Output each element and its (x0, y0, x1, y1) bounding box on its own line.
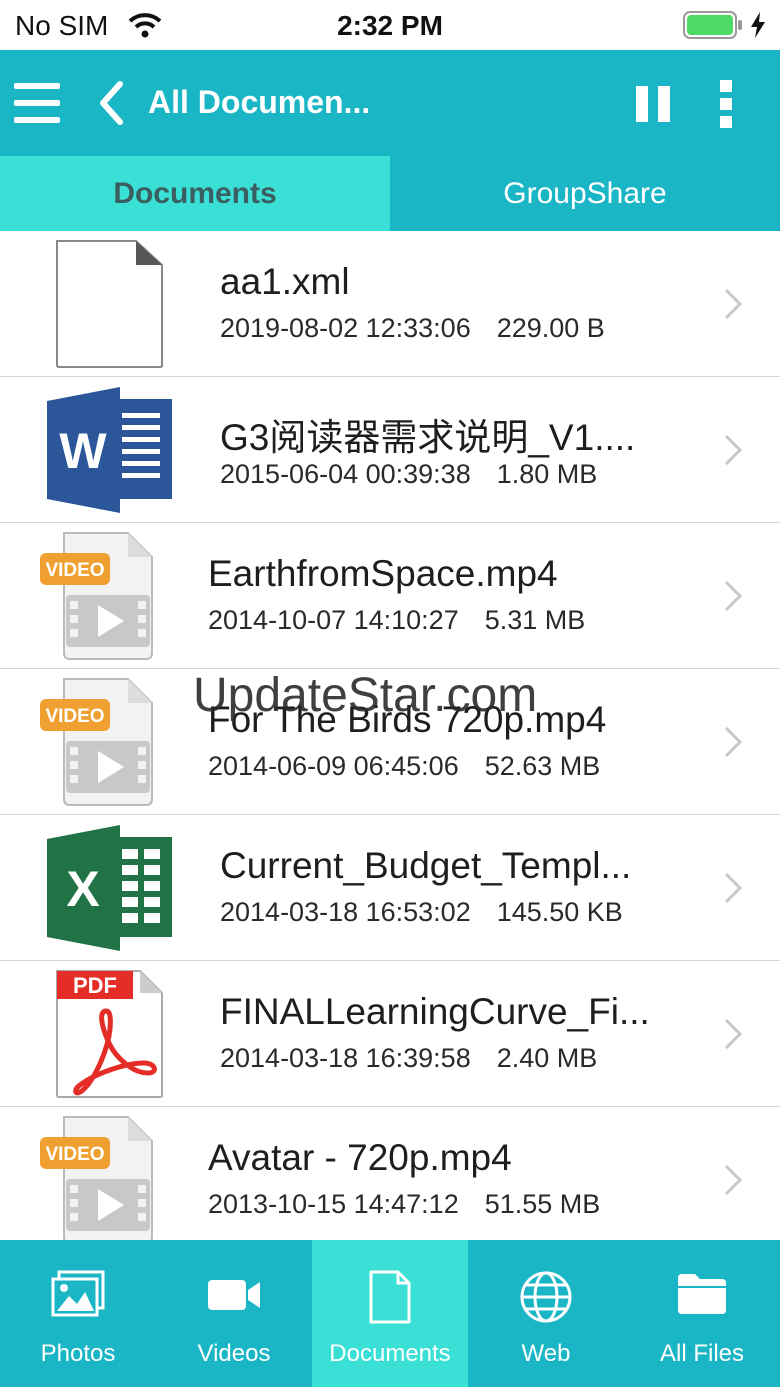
chevron-right-icon (724, 726, 743, 758)
document-icon (369, 1270, 411, 1324)
more-options-icon[interactable] (717, 80, 735, 128)
file-name: Current_Budget_Templ... (220, 845, 632, 886)
excel-icon: X (47, 825, 172, 951)
file-date: 2014-06-09 06:45:06 (208, 751, 459, 781)
file-size: 5.31 MB (484, 605, 586, 635)
nav-bar: All Documen... (0, 50, 780, 156)
file-name: G3阅读器需求说明_V1.... (220, 417, 636, 458)
pause-icon[interactable] (636, 86, 670, 122)
chevron-right-icon (724, 1018, 743, 1050)
chevron-right-icon (724, 872, 743, 904)
file-date: 2014-03-18 16:39:58 (220, 1043, 471, 1073)
file-row[interactable]: VIDEO Avatar - 720p.mp4 2013-10-15 14:47… (0, 1107, 780, 1240)
pdf-icon: PDF (56, 970, 163, 1098)
file-list: aa1.xml 2019-08-02 12:33:06 229.00 B W G3… (0, 231, 780, 1240)
file-name: aa1.xml (220, 261, 350, 302)
file-date: 2014-10-07 14:10:27 (208, 605, 459, 635)
globe-icon (520, 1271, 572, 1323)
tab-label: Documents (329, 1340, 451, 1367)
file-meta: 2014-03-18 16:39:58 2.40 MB (220, 1043, 597, 1074)
file-row[interactable]: X Current_Budget_Templ... 2014-03-18 16:… (0, 815, 780, 961)
charging-icon (751, 12, 765, 38)
hamburger-menu-icon[interactable] (14, 83, 60, 123)
pdf-label: PDF (73, 973, 117, 998)
folder-icon (678, 1274, 726, 1314)
chevron-right-icon (724, 434, 743, 466)
chevron-right-icon (724, 580, 743, 612)
file-meta: 2014-03-18 16:53:02 145.50 KB (220, 897, 623, 928)
file-date: 2014-03-18 16:53:02 (220, 897, 471, 927)
file-name: Avatar - 720p.mp4 (208, 1137, 512, 1178)
file-size: 51.55 MB (484, 1189, 601, 1219)
file-size: 2.40 MB (496, 1043, 598, 1073)
file-name: For The Birds 720p.mp4 (208, 699, 607, 740)
tab-photos[interactable]: Photos (0, 1240, 156, 1387)
back-chevron-icon[interactable] (96, 80, 126, 126)
page-title: All Documen... (148, 84, 371, 120)
file-row[interactable]: VIDEO For The Birds 720p.mp4 2014-06-09 … (0, 669, 780, 815)
file-meta: 2015-06-04 00:39:38 1.80 MB (220, 459, 597, 490)
photos-icon (51, 1270, 105, 1317)
bottom-tab-bar: Photos Videos Documents Web All Files (0, 1240, 780, 1387)
tab-label: Web (521, 1340, 571, 1367)
blank-file-icon (56, 240, 163, 368)
video-file-icon: VIDEO (40, 532, 153, 660)
file-row[interactable]: W G3阅读器需求说明_V1.... 2015-06-04 00:39:38 1.… (0, 377, 780, 523)
chevron-right-icon (724, 1164, 743, 1196)
file-meta: 2014-10-07 14:10:27 5.31 MB (208, 605, 585, 636)
segment-tabs: Documents GroupShare (0, 156, 780, 231)
tab-all-files[interactable]: All Files (624, 1240, 780, 1387)
file-meta: 2019-08-02 12:33:06 229.00 B (220, 313, 605, 344)
video-badge-text: VIDEO (45, 706, 104, 727)
file-size: 52.63 MB (484, 751, 601, 781)
word-icon: W (47, 387, 172, 513)
file-size: 229.00 B (496, 313, 605, 343)
status-bar: No SIM 2:32 PM (0, 0, 780, 50)
word-icon-letter: W (59, 423, 107, 479)
file-size: 145.50 KB (496, 897, 623, 927)
file-meta: 2014-06-09 06:45:06 52.63 MB (208, 751, 600, 782)
tab-videos[interactable]: Videos (156, 1240, 312, 1387)
file-date: 2015-06-04 00:39:38 (220, 459, 471, 489)
tab-documents[interactable]: Documents (0, 156, 390, 231)
file-row[interactable]: VIDEO EarthfromSpace.mp4 2014-10-07 14:1… (0, 523, 780, 669)
file-size: 1.80 MB (496, 459, 598, 489)
file-name: EarthfromSpace.mp4 (208, 553, 558, 594)
file-name: FINALLearningCurve_Fi... (220, 991, 650, 1032)
battery-icon (683, 11, 742, 39)
video-badge-text: VIDEO (45, 560, 104, 581)
excel-icon-letter: X (66, 861, 99, 917)
clock: 2:32 PM (337, 10, 443, 41)
tab-documents-bottom[interactable]: Documents (312, 1240, 468, 1387)
file-date: 2013-10-15 14:47:12 (208, 1189, 459, 1219)
tab-groupshare[interactable]: GroupShare (390, 156, 780, 231)
file-meta: 2013-10-15 14:47:12 51.55 MB (208, 1189, 600, 1220)
tab-label: Photos (40, 1340, 116, 1367)
tab-label: Videos (197, 1340, 271, 1367)
file-row[interactable]: aa1.xml 2019-08-02 12:33:06 229.00 B (0, 231, 780, 377)
file-date: 2019-08-02 12:33:06 (220, 313, 471, 343)
tab-label: All Files (659, 1340, 744, 1367)
video-badge-text: VIDEO (45, 1144, 104, 1165)
video-file-icon: VIDEO (40, 678, 153, 806)
video-camera-icon (208, 1280, 260, 1310)
video-file-icon: VIDEO (40, 1116, 153, 1240)
tab-web[interactable]: Web (468, 1240, 624, 1387)
chevron-right-icon (724, 288, 743, 320)
file-row[interactable]: PDF FINALLearningCurve_Fi... 2014-03-18 … (0, 961, 780, 1107)
